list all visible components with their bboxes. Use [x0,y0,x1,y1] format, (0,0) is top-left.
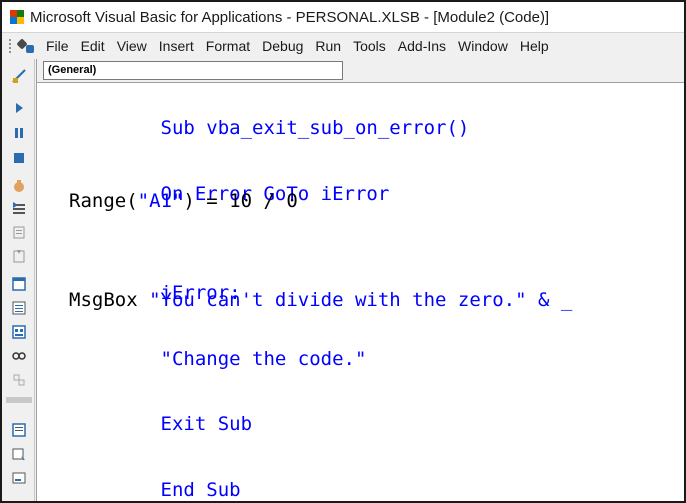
code-string: "Change the code." [160,348,367,370]
code-string: "A1" [137,190,184,212]
code-line-label[interactable]: iError: [69,254,241,304]
window-title: Microsoft Visual Basic for Applications … [30,8,550,26]
toolbar-separator[interactable] [6,397,32,403]
design-mode-icon[interactable] [10,67,28,85]
step-out-icon[interactable] [10,247,28,265]
left-toolbar [2,59,35,501]
menu-format[interactable]: Format [200,36,256,56]
menu-help[interactable]: Help [514,36,555,56]
menu-view[interactable]: View [111,36,153,56]
toolbar-grip-icon[interactable] [8,38,12,54]
run-icon[interactable] [10,99,28,117]
code-token: MsgBox [69,289,150,311]
title-bar: Microsoft Visual Basic for Applications … [2,2,684,33]
toolbox-icon[interactable] [10,371,28,389]
code-pane: (General) Sub vba_exit_sub_on_error() On… [36,59,684,501]
project-explorer-icon[interactable] [10,445,28,463]
code-token: Range( [69,190,138,212]
menu-bar: File Edit View Insert Format Debug Run T… [2,33,684,59]
class-module-icon[interactable] [10,323,28,341]
code-editor[interactable]: Sub vba_exit_sub_on_error() On Error GoT… [37,83,684,501]
code-line-exit-sub[interactable]: Exit Sub [69,385,253,435]
menu-insert[interactable]: Insert [153,36,200,56]
vba-editor-window: Microsoft Visual Basic for Applications … [0,0,686,503]
code-line-msgbox[interactable]: MsgBox "You can't divide with the zero."… [69,287,572,313]
menu-add-ins[interactable]: Add-Ins [392,36,452,56]
menu-run[interactable]: Run [309,36,347,56]
userform-icon[interactable] [10,275,28,293]
code-token: End Sub [160,479,241,501]
menu-debug[interactable]: Debug [256,36,309,56]
object-combo-box[interactable]: (General) [43,61,343,80]
code-combo-bar: (General) [37,59,684,83]
code-line-on-error[interactable]: On Error GoTo iError [69,155,390,205]
step-into-icon[interactable] [10,199,28,217]
object-browser-icon[interactable] [10,347,28,365]
code-token: Sub vba_exit_sub_on_error() [160,117,470,139]
menu-edit[interactable]: Edit [75,36,111,56]
code-token: Exit Sub [160,413,253,435]
code-line-msgbox-continuation[interactable]: "Change the code." [69,320,367,370]
reset-icon[interactable] [10,149,28,167]
break-icon[interactable] [10,124,28,142]
immediate-window-icon[interactable] [10,469,28,487]
code-line-end-sub[interactable]: End Sub [69,451,241,501]
menu-tools[interactable]: Tools [347,36,392,56]
code-string: "You can't divide with the zero." & _ [149,289,573,311]
office-app-icon [10,10,24,24]
code-line-sub-declaration[interactable]: Sub vba_exit_sub_on_error() [69,89,470,139]
vba-project-icon[interactable] [16,37,36,55]
step-over-icon[interactable] [10,223,28,241]
menu-file[interactable]: File [40,36,75,56]
hand-icon[interactable] [10,177,28,195]
menu-window[interactable]: Window [452,36,514,56]
module-icon[interactable] [10,299,28,317]
properties-icon[interactable] [10,421,28,439]
code-token: ) = 10 / 0 [183,190,298,212]
code-line-range-assign[interactable]: Range("A1") = 10 / 0 [69,188,298,214]
